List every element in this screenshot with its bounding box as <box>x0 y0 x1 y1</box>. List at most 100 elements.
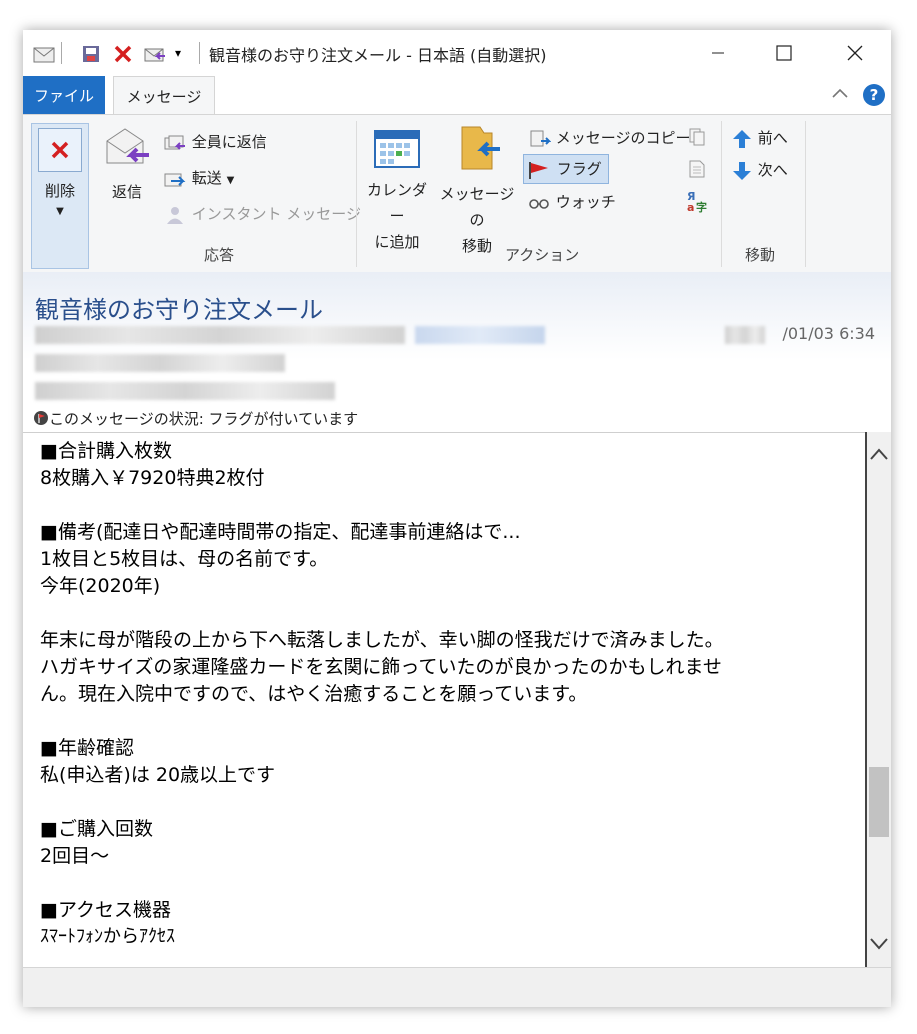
delete-qa-icon[interactable] <box>113 44 133 64</box>
group-respond-label: 応答 <box>204 246 235 264</box>
folder-move-icon <box>435 123 519 181</box>
next-label: 次へ <box>757 161 788 179</box>
watch-button[interactable]: ウォッチ <box>527 191 616 212</box>
reply-qa-icon[interactable] <box>143 44 169 64</box>
body-line: 今年(2020年) <box>40 575 161 597</box>
tab-file[interactable]: ファイル <box>23 76 105 114</box>
minimize-button[interactable] <box>694 30 742 76</box>
move-message-button[interactable]: メッセージの 移動 <box>435 123 519 259</box>
reply-button[interactable]: 返信 <box>103 123 151 205</box>
down-arrow-icon <box>731 161 753 180</box>
ribbon: 削除 ▼ 返信 全員に返信 転送 ▼ インスタント メッセージ 応答 カレンダー… <box>23 114 891 273</box>
up-arrow-icon <box>731 129 753 148</box>
body-line: ■ご購入回数 <box>40 818 153 840</box>
date-year-redacted <box>725 326 765 344</box>
cc-redacted <box>35 382 335 400</box>
group-action-label: アクション <box>505 246 580 264</box>
save-icon[interactable] <box>81 44 101 64</box>
title-bar: ▾ 観音様のお守り注文メール - 日本語 (自動選択) <box>23 30 891 76</box>
status-bar <box>23 967 891 1007</box>
flag-button[interactable]: フラグ <box>523 154 609 184</box>
copy-document-icon[interactable] <box>687 127 707 151</box>
message-body[interactable]: ■合計購入枚数 8枚購入￥7920特典2枚付 ■備考(配達日や配達時間帯の指定、… <box>23 432 865 968</box>
forward-button[interactable]: 転送 ▼ <box>163 167 234 188</box>
svg-text:a: a <box>687 201 694 213</box>
body-line: ■備考(配達日や配達時間帯の指定、配達事前連絡はで... <box>40 521 521 543</box>
move-message-label-1: メッセージの <box>439 185 515 229</box>
reply-icon <box>103 123 151 179</box>
vertical-scrollbar[interactable] <box>865 432 891 967</box>
group-separator <box>356 121 357 267</box>
glasses-icon <box>527 193 551 211</box>
flag-icon <box>526 160 552 179</box>
maximize-button[interactable] <box>760 30 808 76</box>
svg-text:字: 字 <box>696 200 707 213</box>
body-line: ■合計購入枚数 <box>40 440 172 462</box>
forward-dropdown-icon: ▼ <box>226 175 235 186</box>
copy-message-icon <box>527 129 552 147</box>
calendar-icon <box>363 127 431 177</box>
body-line: 年末に母が階段の上から下へ転落しましたが、幸い脚の怪我だけで済みました。 <box>40 629 724 651</box>
body-line: 私(申込者)は 20歳以上です <box>40 764 276 786</box>
tab-message[interactable]: メッセージ <box>113 76 215 115</box>
person-icon <box>163 205 187 224</box>
instant-message-button[interactable]: インスタント メッセージ <box>163 203 361 225</box>
sender-address-redacted <box>415 326 545 344</box>
delete-button[interactable]: 削除 ▼ <box>31 123 89 269</box>
sender-info-redacted <box>35 326 405 344</box>
forward-label: 転送 <box>191 169 222 187</box>
flag-label: フラグ <box>556 160 602 178</box>
group-move-label: 移動 <box>745 246 776 264</box>
flag-status-icon <box>33 410 49 428</box>
add-calendar-label-1: カレンダー <box>366 181 427 225</box>
body-line: 1枚目と5枚目は、母の名前です。 <box>40 548 329 570</box>
delete-label: 削除 <box>44 182 75 200</box>
document-icon[interactable] <box>687 159 707 183</box>
previous-label: 前へ <box>757 129 788 147</box>
ribbon-tabs: ファイル メッセージ ? <box>23 76 891 115</box>
instant-message-label: インスタント メッセージ <box>191 205 361 223</box>
scroll-up-icon[interactable] <box>867 442 891 466</box>
status-text: このメッセージの状況: フラグが付いています <box>49 410 359 428</box>
reply-label: 返信 <box>111 183 142 201</box>
message-subject: 観音様のお守り注文メール <box>35 296 323 324</box>
message-status-bar: このメッセージの状況: フラグが付いています <box>33 408 358 429</box>
scroll-down-icon[interactable] <box>867 932 891 956</box>
reply-all-label: 全員に返信 <box>191 133 267 151</box>
close-button[interactable] <box>831 30 879 76</box>
window-title: 観音様のお守り注文メール - 日本語 (自動選択) <box>209 46 547 65</box>
mail-app-icon <box>33 44 55 64</box>
previous-button[interactable]: 前へ <box>731 127 788 150</box>
reply-all-icon <box>163 133 187 151</box>
message-date: /01/03 6:34 <box>782 324 875 343</box>
collapse-ribbon-icon[interactable] <box>831 85 849 107</box>
watch-label: ウォッチ <box>555 193 616 211</box>
body-line: 8枚購入￥7920特典2枚付 <box>40 467 265 489</box>
group-separator <box>805 121 806 267</box>
add-calendar-button[interactable]: カレンダー に追加 <box>363 127 431 255</box>
body-line: ハガキサイズの家運隆盛カードを玄関に飾っていたのが良かったのかもしれませ <box>40 656 722 678</box>
forward-icon <box>163 169 187 187</box>
body-line: ｽﾏｰﾄﾌｫﾝからｱｸｾｽ <box>40 926 175 947</box>
help-icon[interactable]: ? <box>862 83 886 111</box>
delete-dropdown-icon: ▼ <box>56 206 64 217</box>
body-line: ■年齢確認 <box>40 737 134 759</box>
delete-icon <box>38 128 82 172</box>
copy-message-label: メッセージのコピー <box>555 129 691 147</box>
next-button[interactable]: 次へ <box>731 159 788 182</box>
copy-message-button[interactable]: メッセージのコピー <box>527 127 690 149</box>
body-line: ん。現在入院中ですので、はやく治癒することを願っています。 <box>40 683 588 705</box>
qa-separator <box>61 42 62 64</box>
qa-separator <box>199 42 200 64</box>
message-window: ▾ 観音様のお守り注文メール - 日本語 (自動選択) ファイル メッセージ ? <box>23 30 891 1007</box>
group-separator <box>721 121 722 267</box>
body-line: 2回目～ <box>40 845 110 867</box>
reply-all-button[interactable]: 全員に返信 <box>163 131 267 152</box>
customize-qa-dropdown-icon[interactable]: ▾ <box>175 46 181 66</box>
recipient-redacted <box>35 354 285 372</box>
body-line: ■アクセス機器 <box>40 899 172 921</box>
add-calendar-label-2: に追加 <box>374 233 420 251</box>
svg-text:?: ? <box>870 86 879 104</box>
scrollbar-thumb[interactable] <box>869 767 889 837</box>
encoding-icon[interactable]: Яa字 <box>685 189 709 217</box>
